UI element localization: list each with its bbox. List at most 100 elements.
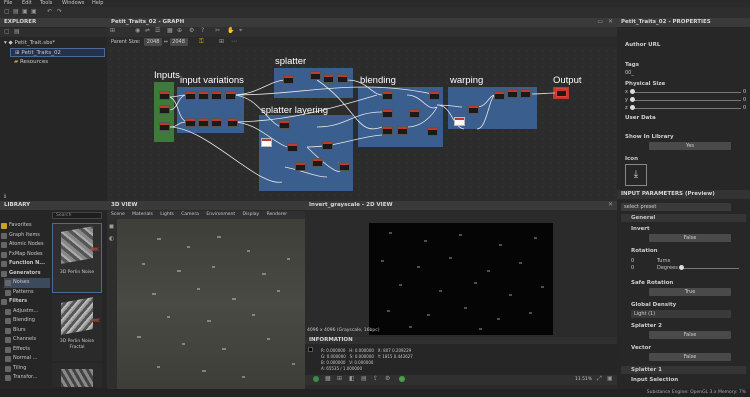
link-icon[interactable]: ⇌ — [145, 27, 150, 35]
channel-icon[interactable]: ◧ — [349, 375, 355, 383]
library-search[interactable]: Search — [52, 212, 102, 219]
view3d-camera-icon[interactable]: ◼ — [109, 223, 114, 231]
lib-patterns[interactable]: Patterns — [4, 288, 50, 298]
panel-close-icon[interactable]: ✕ — [608, 18, 613, 26]
library-thumb-2[interactable]: ⋘ 3D Perlin Noise Fractal — [52, 295, 102, 361]
splatter-node-3[interactable] — [323, 74, 334, 83]
menu-edit[interactable]: Edit — [22, 0, 32, 6]
lib-graph-items[interactable]: Graph Items — [0, 231, 50, 241]
blend-node-7[interactable] — [427, 127, 438, 136]
parent-size-x[interactable]: 2048 — [144, 38, 163, 46]
zoom-1-icon[interactable]: ▣ — [607, 375, 613, 383]
rotation-slider[interactable] — [681, 268, 739, 269]
align-icon[interactable]: ☰ — [155, 27, 160, 35]
parent-size-y[interactable]: 2048 — [169, 38, 188, 46]
lib-filters[interactable]: Filters — [0, 297, 50, 307]
export-icon[interactable]: ⇪ — [373, 375, 378, 383]
blend-node-2[interactable] — [382, 109, 393, 118]
frame-icon[interactable]: ⊞ — [110, 27, 115, 35]
view2d-close-icon[interactable]: ✕ — [608, 201, 613, 209]
nav-icon[interactable]: ⋯ — [231, 38, 237, 46]
hand-icon[interactable]: ✋ — [227, 27, 234, 35]
variation-node-3[interactable] — [211, 91, 222, 100]
layer-node-2[interactable] — [287, 143, 298, 152]
lib-effects[interactable]: Effects — [4, 345, 50, 355]
variation-node-5[interactable] — [185, 118, 196, 127]
view3d-menu-camera[interactable]: Camera — [181, 212, 199, 217]
variation-node-8[interactable] — [227, 118, 238, 127]
view3d-menu-renderer[interactable]: Renderer — [267, 212, 288, 217]
menu-windows[interactable]: Windows — [62, 0, 84, 6]
splatter1-section[interactable]: Splatter 1 — [621, 366, 746, 374]
variation-node-6[interactable] — [198, 118, 209, 127]
splatter-node-2[interactable] — [310, 71, 321, 80]
blend-node-1[interactable] — [382, 91, 393, 100]
global-density-dropdown[interactable]: Light (1) — [631, 310, 731, 318]
panel-float-icon[interactable]: ▭ — [597, 18, 603, 26]
vector-dropdown[interactable]: False — [649, 353, 731, 361]
save-all-icon[interactable]: ▣ — [31, 8, 37, 16]
splatter-node-4[interactable] — [337, 74, 348, 83]
library-thumb-3[interactable] — [52, 363, 102, 387]
tree-package[interactable]: ▾ ◆ Petit_Trait.sbs* — [4, 39, 104, 48]
input-node-1[interactable] — [159, 91, 170, 100]
input-node-2[interactable] — [159, 105, 170, 114]
folder-icon[interactable]: ▤ — [14, 28, 20, 36]
grid-icon[interactable]: ▦ — [167, 27, 173, 35]
warp-node-2[interactable] — [507, 89, 518, 98]
zoom-icon[interactable]: ⊕ — [177, 27, 182, 35]
view3d-menu-lights[interactable]: Lights — [160, 212, 174, 217]
variation-node-7[interactable] — [211, 118, 222, 127]
link-size-icon[interactable]: ⇔ — [164, 39, 168, 45]
graph-canvas[interactable]: Inputs input variations splatter splatte… — [107, 47, 617, 201]
redo-icon[interactable]: ↷ — [57, 8, 62, 16]
physical-x-knob[interactable] — [630, 89, 635, 94]
warp-node-4[interactable] — [468, 105, 479, 114]
menu-help[interactable]: Help — [92, 0, 103, 6]
invert-dropdown[interactable]: False — [649, 234, 731, 242]
lib-blurs[interactable]: Blurs — [4, 326, 50, 336]
lib-favorites[interactable]: Favorites — [0, 221, 50, 231]
lib-transform[interactable]: Transfor... — [4, 373, 50, 383]
warp-node-3[interactable] — [520, 89, 531, 98]
help-icon[interactable]: ? — [201, 27, 204, 35]
grid-toggle-icon[interactable]: ▦ — [325, 375, 331, 383]
tags-value[interactable]: 00_ — [625, 70, 634, 76]
lib-tiling[interactable]: Tiling — [4, 364, 50, 374]
view3d-viewport[interactable] — [117, 219, 305, 389]
view2d-settings-icon[interactable]: ⚙ — [385, 375, 390, 383]
view3d-menu-display[interactable]: Display — [243, 212, 260, 217]
tree-graph-item[interactable]: ⊞ Petit_Traits_02 — [10, 48, 105, 57]
lib-normal[interactable]: Normal ... — [4, 354, 50, 364]
layer-node-3[interactable] — [322, 141, 333, 150]
view3d-menu-environment[interactable]: Environment — [206, 212, 235, 217]
library-thumb-1[interactable]: ⋘ 3D Perlin Noise — [52, 223, 102, 293]
camera-icon[interactable]: ◉ — [135, 27, 140, 35]
menu-tools[interactable]: Tools — [40, 0, 52, 6]
general-section[interactable]: General — [621, 214, 746, 222]
layer-node-1[interactable] — [279, 120, 290, 129]
splatter-node-1[interactable] — [283, 75, 294, 84]
rgb-icon[interactable] — [313, 376, 319, 382]
layer-node-6[interactable] — [339, 162, 350, 171]
lib-noises[interactable]: Noises — [4, 278, 50, 288]
variation-node-2[interactable] — [198, 91, 209, 100]
blend-node-6[interactable] — [429, 91, 440, 100]
blend-node-5[interactable] — [409, 109, 420, 118]
lib-adjustments[interactable]: Adjustm... — [4, 307, 50, 317]
layer-node-input[interactable] — [261, 138, 272, 147]
splatter2-dropdown[interactable]: False — [649, 331, 731, 339]
view2d-zoom[interactable]: 11.51% — [575, 377, 592, 382]
fit-icon[interactable]: ⤢ — [597, 375, 602, 383]
warp-node-1[interactable] — [494, 91, 505, 100]
info-icon[interactable]: ℹ — [4, 193, 6, 201]
output-node[interactable] — [556, 88, 567, 97]
rotation-knob[interactable] — [679, 265, 684, 270]
lib-channels[interactable]: Channels — [4, 335, 50, 345]
layer-node-5[interactable] — [312, 158, 323, 167]
physical-y-knob[interactable] — [630, 97, 635, 102]
physical-y-slider[interactable] — [631, 100, 741, 101]
undo-icon[interactable]: ↶ — [47, 8, 52, 16]
view2d-canvas-area[interactable]: 4096 x 4096 (Grayscale, 16bpc) — [305, 211, 617, 336]
preset-select[interactable]: select preset — [621, 203, 731, 211]
